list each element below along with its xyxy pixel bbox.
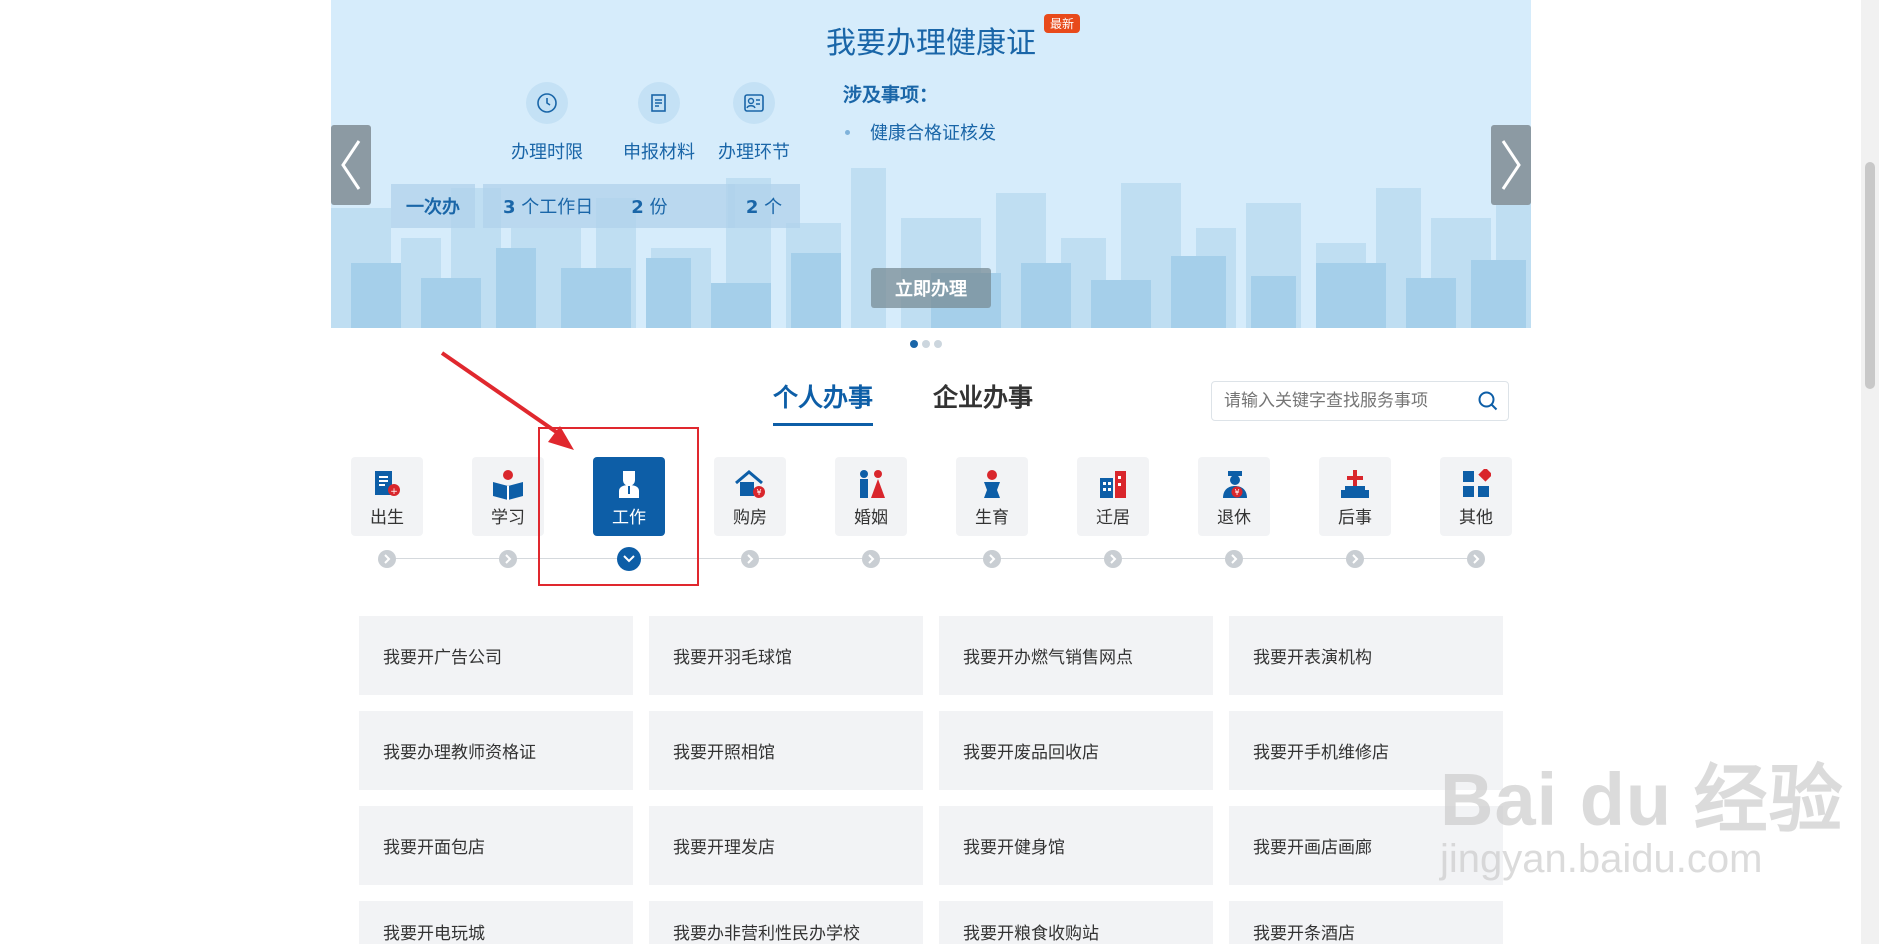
feature-steps: 办理环节 (699, 82, 809, 164)
category-birth[interactable]: + 出生 (351, 457, 423, 536)
steps-unit: 个 (764, 197, 783, 218)
retiree-icon: ¥ (1198, 467, 1270, 501)
timeline-node (378, 550, 396, 568)
stats-bar: 3 个工作日 2 份 (483, 184, 735, 228)
carousel-prev-button[interactable] (331, 125, 371, 205)
materials-value: 2 (631, 197, 644, 218)
service-item[interactable]: 我要开广告公司 (359, 616, 633, 695)
banner-carousel: 我要办理健康证 最新 办理时限 申报材料 办理环节 一次办 3 个工作日 2 份… (331, 0, 1531, 328)
materials-unit: 份 (649, 197, 668, 218)
service-item[interactable]: 我要开理发店 (649, 806, 923, 885)
carousel-dot[interactable] (922, 340, 930, 348)
service-item[interactable]: 我要开照相馆 (649, 711, 923, 790)
service-item[interactable]: 我要办理教师资格证 (359, 711, 633, 790)
service-item[interactable]: 我要开办燃气销售网点 (939, 616, 1213, 695)
svg-text:+: + (390, 487, 398, 497)
service-item[interactable]: 我要开羽毛球馆 (649, 616, 923, 695)
involved-title: 涉及事项： (843, 84, 939, 106)
chevron-left-icon (341, 140, 361, 190)
service-item[interactable]: 我要开条酒店 (1229, 901, 1503, 944)
scrollbar-thumb[interactable] (1865, 162, 1875, 389)
carousel-dot[interactable] (910, 340, 918, 348)
steps-value: 2 (745, 197, 759, 218)
timeline-node (1346, 550, 1364, 568)
svg-text:¥: ¥ (756, 488, 761, 497)
carousel-dots (910, 340, 942, 348)
birth-certificate-icon: + (351, 467, 423, 501)
category-childbirth[interactable]: 生育 (956, 457, 1028, 536)
timeline-node (499, 550, 517, 568)
apply-now-button[interactable]: 立即办理 (871, 268, 991, 308)
steps-stat: 2 个 (728, 184, 800, 228)
clock-icon (526, 82, 568, 124)
service-item[interactable]: 我要开健身馆 (939, 806, 1213, 885)
carousel-next-button[interactable] (1491, 125, 1531, 205)
house-icon: ¥ (714, 467, 786, 501)
feature-label: 申报材料 (623, 142, 695, 163)
memorial-icon (1319, 467, 1391, 501)
once-badge: 一次办 (391, 184, 475, 228)
tab-personal[interactable]: 个人办事 (773, 378, 874, 426)
timeline-node (983, 550, 1001, 568)
feature-label: 办理时限 (511, 142, 583, 163)
carousel-dot[interactable] (934, 340, 942, 348)
search-input[interactable] (1222, 390, 1468, 412)
timeline-node (1225, 550, 1243, 568)
feature-materials: 申报材料 (604, 82, 714, 164)
timeline-node (741, 550, 759, 568)
timeline-node (862, 550, 880, 568)
category-relocation[interactable]: 迁居 (1077, 457, 1149, 536)
timeline-node (1104, 550, 1122, 568)
category-retirement[interactable]: ¥ 退休 (1198, 457, 1270, 536)
person-list-icon (733, 82, 775, 124)
feature-label: 办理环节 (718, 142, 790, 163)
svg-text:¥: ¥ (1234, 488, 1239, 497)
category-other[interactable]: 其他 (1440, 457, 1512, 536)
service-item[interactable]: 我要办非营利性民办学校 (649, 901, 923, 944)
category-housing[interactable]: ¥ 购房 (714, 457, 786, 536)
watermark: Bai du 经验 jingyan.baidu.com (1440, 740, 1844, 882)
involved-item[interactable]: 健康合格证核发 (843, 119, 996, 145)
tab-enterprise[interactable]: 企业办事 (933, 378, 1033, 414)
document-icon (638, 82, 680, 124)
feature-time-limit: 办理时限 (492, 82, 602, 164)
timeline-node (1467, 550, 1485, 568)
service-item[interactable]: 我要开电玩城 (359, 901, 633, 944)
service-item[interactable]: 我要开粮食收购站 (939, 901, 1213, 944)
service-item[interactable]: 我要开表演机构 (1229, 616, 1503, 695)
banner-title: 我要办理健康证 (826, 26, 1036, 61)
student-reading-icon (472, 467, 544, 501)
category-marriage[interactable]: 婚姻 (835, 457, 907, 536)
search-icon[interactable] (1468, 382, 1508, 420)
involved-items: 涉及事项： 健康合格证核发 (843, 80, 996, 145)
chevron-right-icon (1501, 140, 1521, 190)
vertical-scrollbar[interactable] (1861, 0, 1879, 944)
category-funeral[interactable]: 后事 (1319, 457, 1391, 536)
grid-icon (1440, 467, 1512, 501)
building-icon (1077, 467, 1149, 501)
service-item[interactable]: 我要开面包店 (359, 806, 633, 885)
red-arrow-annotation (440, 351, 574, 450)
time-value: 3 (503, 197, 516, 218)
new-badge: 最新 (1044, 14, 1081, 33)
baby-icon (956, 467, 1028, 501)
couple-icon (835, 467, 907, 501)
service-item[interactable]: 我要开废品回收店 (939, 711, 1213, 790)
category-study[interactable]: 学习 (472, 457, 544, 536)
search-box (1211, 381, 1509, 421)
watermark-logo: Bai du 经验 (1440, 758, 1844, 841)
time-unit: 个工作日 (521, 197, 594, 218)
